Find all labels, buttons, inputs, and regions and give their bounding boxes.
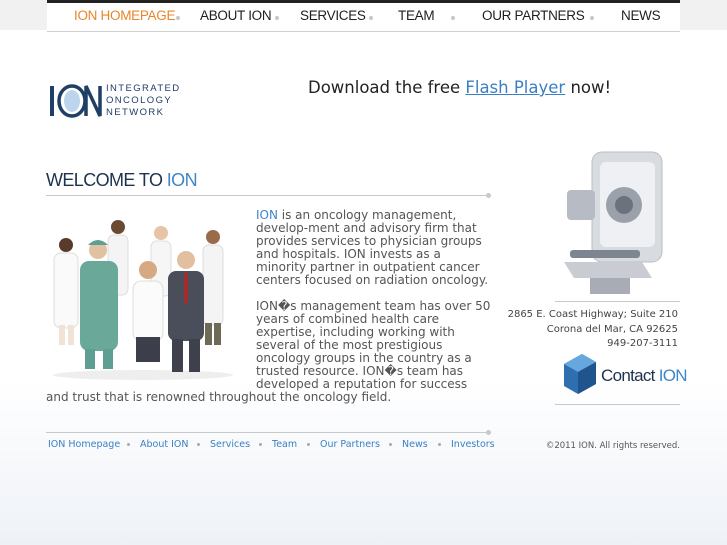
- nav-separator: [176, 16, 180, 20]
- contact-label: Contact ION: [601, 366, 688, 386]
- contact-cube-icon: [564, 354, 596, 394]
- nav-separator: [369, 16, 373, 20]
- footer-separator: [127, 443, 130, 446]
- address-line-2: Corona del Mar, CA 92625: [546, 323, 678, 335]
- footer-separator: [307, 443, 310, 446]
- flash-prefix: Download the free: [308, 78, 461, 97]
- welcome-prefix: WELCOME TO: [46, 170, 163, 190]
- footer-separator: [438, 443, 441, 446]
- contact-highlight: ION: [658, 366, 688, 385]
- team-photo: [53, 220, 233, 380]
- contact-address: 2865 E. Coast Highway; Suite 210 Corona …: [500, 308, 678, 352]
- address-divider: [555, 301, 680, 302]
- nav-separator: [275, 16, 279, 20]
- logo-wordmark: INTEGRATED ONCOLOGY NETWORK: [106, 83, 181, 120]
- footer-link-services[interactable]: Services: [210, 439, 250, 450]
- footer-separator: [259, 443, 262, 446]
- nav-news[interactable]: NEWS: [621, 8, 661, 23]
- footer-separator: [389, 443, 392, 446]
- logo-line: NETWORK: [106, 107, 165, 119]
- logo-line: INTEGRATED: [106, 83, 181, 94]
- flash-player-link[interactable]: Flash Player: [465, 78, 565, 97]
- nav-our-partners[interactable]: OUR PARTNERS: [482, 8, 585, 23]
- footer-link-our-partners[interactable]: Our Partners: [320, 439, 380, 450]
- address-line-1: 2865 E. Coast Highway; Suite 210: [507, 309, 678, 320]
- nav-team[interactable]: TEAM: [398, 8, 435, 23]
- page-title: WELCOME TO ION: [46, 170, 198, 191]
- nav-ion-homepage[interactable]: ION HOMEPAGE: [74, 8, 175, 23]
- top-navigation: ION HOMEPAGE ABOUT ION SERVICES TEAM OUR…: [47, 0, 680, 32]
- copyright-notice: ©2011 ION. All rights reserved.: [545, 441, 680, 451]
- ion-logo[interactable]: INTEGRATED ONCOLOGY NETWORK: [48, 82, 181, 120]
- contact-divider: [555, 404, 680, 405]
- contact-prefix: Contact: [601, 366, 655, 385]
- footer-divider: [46, 430, 491, 435]
- intro-text: is an oncology management, develop-ment …: [256, 208, 489, 287]
- nav-separator: [451, 16, 455, 20]
- footer-separator: [197, 443, 200, 446]
- flash-suffix: now!: [570, 78, 612, 97]
- footer-link-ion-homepage[interactable]: ION Homepage: [48, 439, 120, 450]
- ion-logo-icon: [50, 84, 102, 118]
- footer-link-about-ion[interactable]: About ION: [140, 439, 189, 450]
- footer-link-news[interactable]: News: [402, 439, 428, 450]
- logo-line: ONCOLOGY: [106, 95, 173, 107]
- title-divider: [46, 193, 491, 198]
- nav-separator: [590, 16, 594, 20]
- footer-link-team[interactable]: Team: [272, 439, 297, 450]
- nav-about-ion[interactable]: ABOUT ION: [200, 8, 272, 23]
- intro-highlight: ION: [256, 208, 278, 222]
- linear-accelerator-image: [564, 151, 663, 294]
- flash-player-notice: Download the free Flash Player now!: [308, 78, 611, 97]
- footer-link-investors[interactable]: Investors: [451, 439, 495, 450]
- contact-ion-button[interactable]: Contact ION: [560, 350, 688, 395]
- nav-services[interactable]: SERVICES: [300, 8, 366, 23]
- welcome-highlight: ION: [166, 170, 198, 190]
